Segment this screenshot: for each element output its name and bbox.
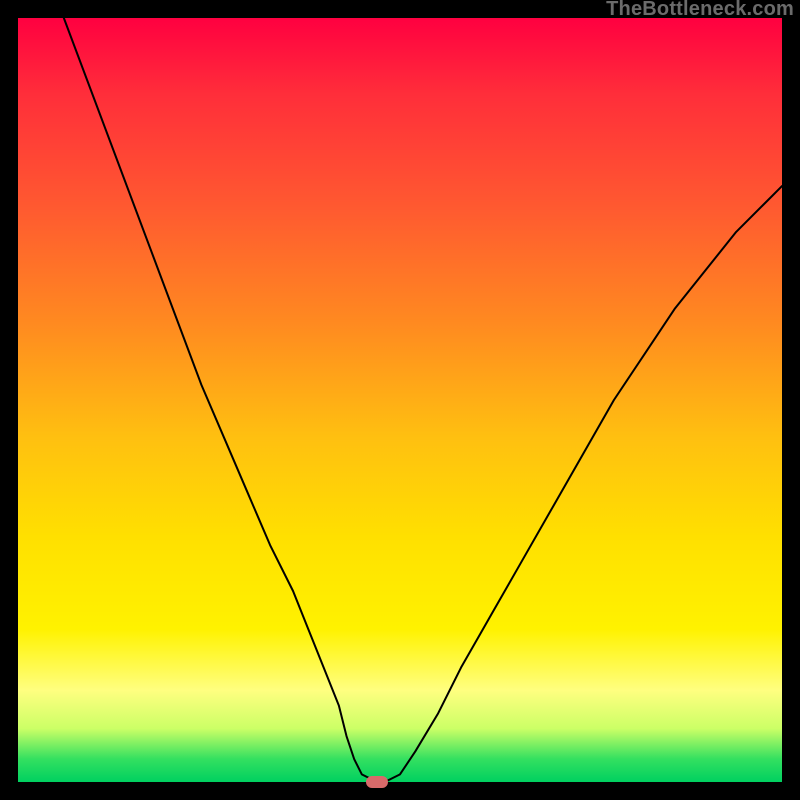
chart-container: TheBottleneck.com [0, 0, 800, 800]
plot-area [18, 18, 782, 782]
minimum-marker [366, 776, 388, 788]
curve-svg [18, 18, 782, 782]
bottleneck-curve-path [64, 18, 782, 782]
